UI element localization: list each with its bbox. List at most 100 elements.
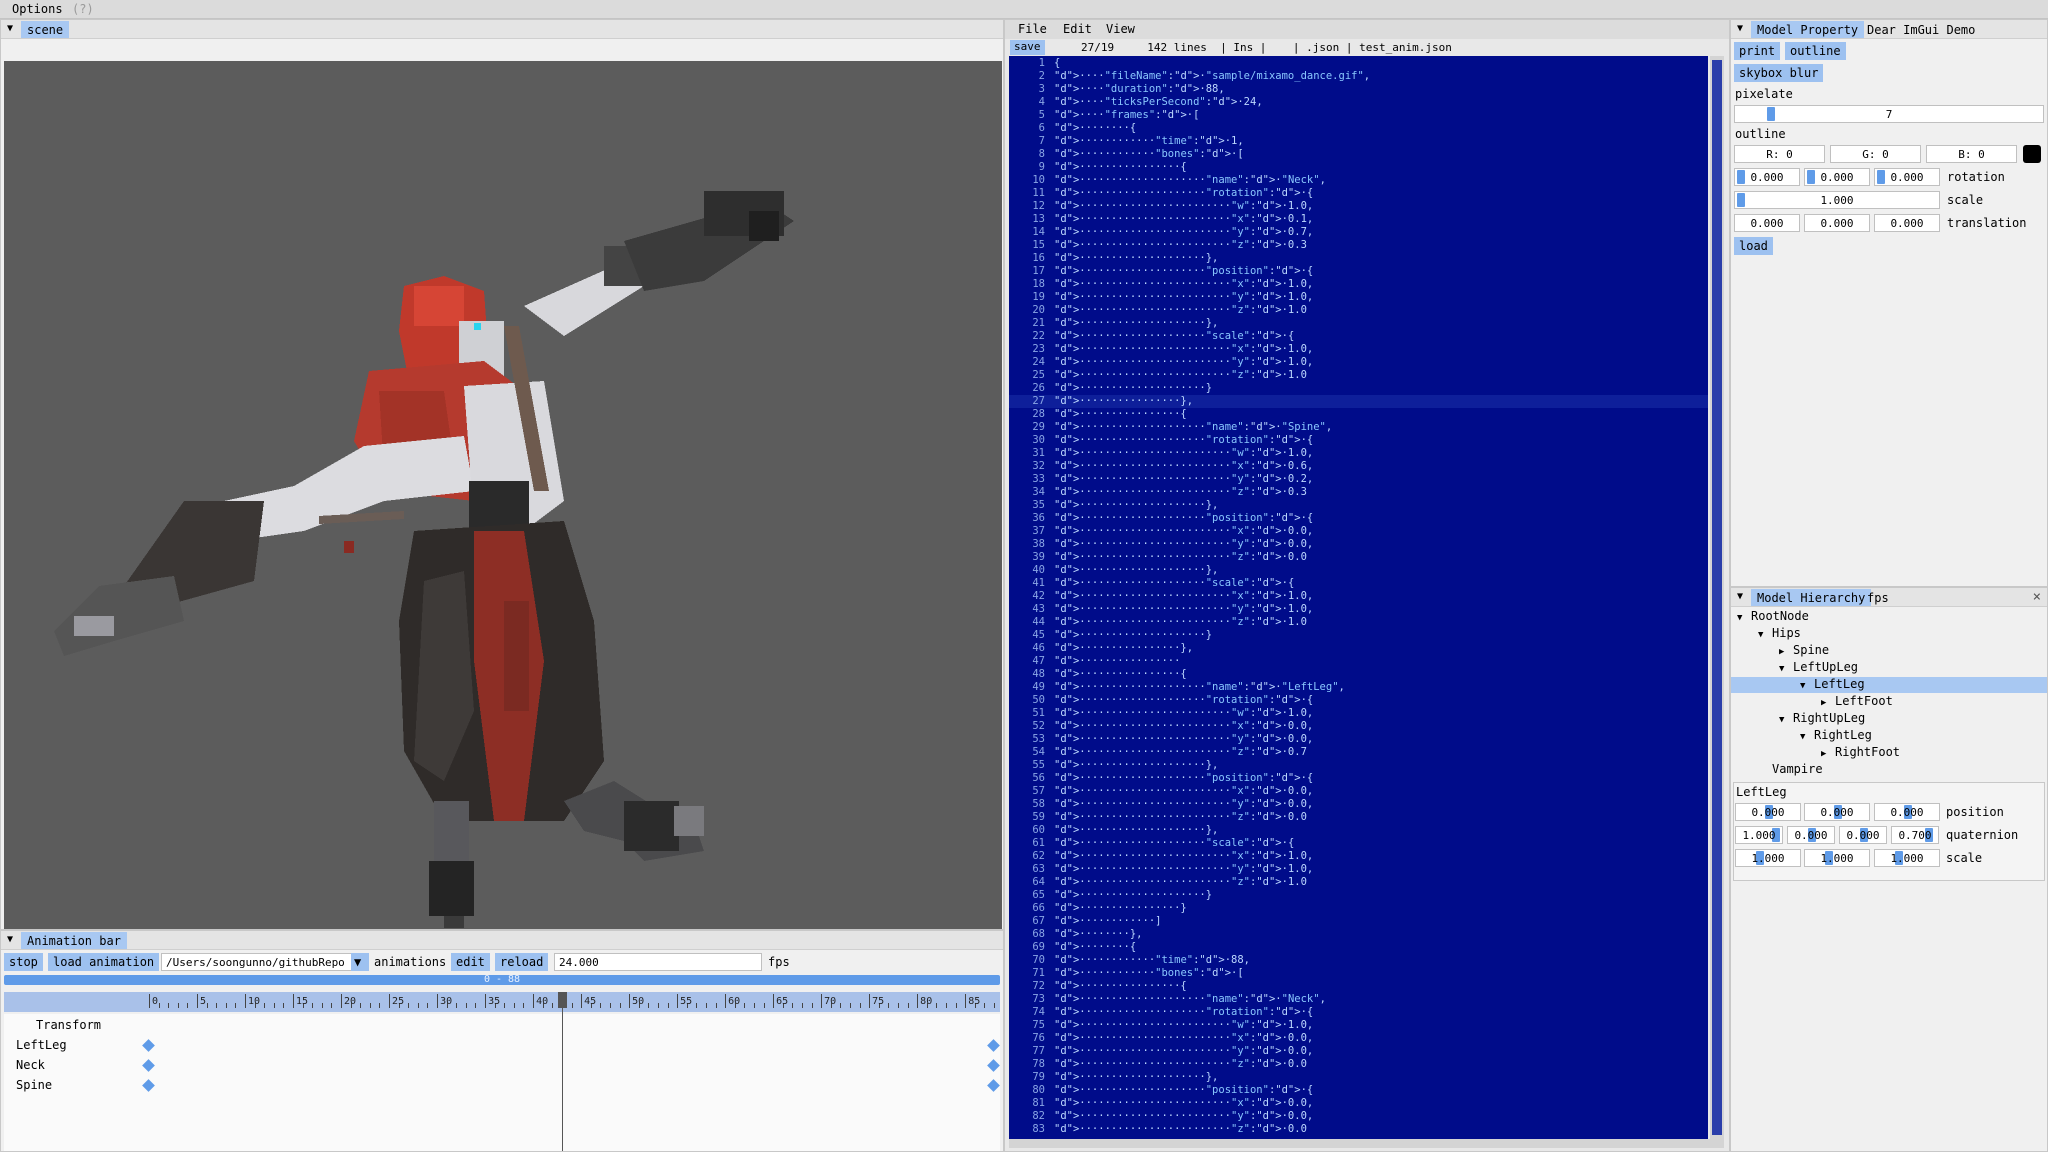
track-name[interactable]: LeftLeg bbox=[16, 1038, 67, 1052]
edit-menu[interactable]: Edit bbox=[1063, 22, 1092, 36]
code-line[interactable]: "d">····················}, bbox=[1054, 252, 1218, 264]
code-line[interactable]: "d">············] bbox=[1054, 915, 1161, 927]
code-line[interactable]: "d">················}, bbox=[1054, 395, 1193, 407]
code-line[interactable]: "d">························"w":"d">·1.0… bbox=[1054, 707, 1313, 719]
code-line[interactable]: "d">····"frames":"d">·[ bbox=[1054, 109, 1199, 121]
chevron-down-icon[interactable]: ▼ bbox=[1737, 613, 1751, 623]
slider-grab[interactable] bbox=[1767, 107, 1775, 121]
code-line[interactable]: "d">························"x":"d">·0.0… bbox=[1054, 785, 1313, 797]
skybox-blur-button[interactable]: skybox blur bbox=[1734, 64, 1824, 82]
code-line[interactable]: "d">····················"position":"d">·… bbox=[1054, 1084, 1313, 1096]
code-line[interactable]: "d">························"z":"d">·1.0 bbox=[1054, 369, 1307, 381]
code-line[interactable]: "d">····················"position":"d">·… bbox=[1054, 512, 1313, 524]
chevron-right-icon[interactable]: ▶ bbox=[1821, 698, 1835, 708]
track-name[interactable]: Spine bbox=[16, 1078, 52, 1092]
timeline-ruler[interactable]: 0 5 10 15 20 25 30 35 40 45 50 55 60 65 70 75 80 85 bbox=[4, 992, 1000, 1012]
tab-dear-imgui-demo[interactable]: Dear ImGui Demo bbox=[1861, 21, 1981, 38]
tree-node[interactable]: ▼ Hips bbox=[1731, 626, 2047, 642]
code-line[interactable]: "d">························"x":"d">·0.0… bbox=[1054, 1097, 1313, 1109]
chevron-down-icon[interactable]: ▼ bbox=[1800, 732, 1814, 742]
bone-position-x[interactable]: 0.000 bbox=[1735, 803, 1801, 821]
code-line[interactable]: "d">····················} bbox=[1054, 889, 1212, 901]
code-line[interactable]: "d">························"w":"d">·1.0… bbox=[1054, 200, 1313, 212]
scale-input[interactable]: 1.000 bbox=[1734, 191, 1940, 209]
code-line[interactable]: "d">········{ bbox=[1054, 941, 1136, 953]
code-line[interactable]: "d">····················"rotation":"d">·… bbox=[1054, 434, 1313, 446]
code-line[interactable]: "d">········{ bbox=[1054, 122, 1136, 134]
code-line[interactable]: "d">························"x":"d">·0.0… bbox=[1054, 525, 1313, 537]
tab-animation-bar[interactable]: Animation bar bbox=[21, 932, 127, 949]
slider-grab[interactable] bbox=[1737, 193, 1745, 207]
stop-button[interactable]: stop bbox=[4, 953, 43, 971]
bone-scale-y[interactable]: 1.000 bbox=[1804, 849, 1870, 867]
keyframe-diamond-icon[interactable] bbox=[142, 1039, 155, 1052]
code-line[interactable]: "d">····················"position":"d">·… bbox=[1054, 265, 1313, 277]
code-line[interactable]: "d">························"z":"d">·0.3 bbox=[1054, 239, 1307, 251]
bone-scale-z[interactable]: 1.000 bbox=[1874, 849, 1940, 867]
code-line[interactable]: "d">····················}, bbox=[1054, 317, 1218, 329]
code-line[interactable]: "d">························"w":"d">·1.0… bbox=[1054, 1019, 1313, 1031]
outline-b-input[interactable]: B: 0 bbox=[1926, 145, 2017, 163]
keyframe-diamond-icon[interactable] bbox=[987, 1059, 1000, 1072]
collapse-arrow-icon[interactable]: ▼ bbox=[1737, 592, 1743, 602]
tree-node[interactable]: ▶ RightFoot bbox=[1731, 745, 2047, 761]
code-line[interactable]: "d">····················"name":"d">·"Spi… bbox=[1054, 421, 1332, 433]
tree-node[interactable]: ▼ LeftLeg bbox=[1731, 677, 2047, 693]
close-icon[interactable]: × bbox=[2033, 589, 2041, 605]
help-marker[interactable]: (?) bbox=[72, 2, 94, 16]
edit-button[interactable]: edit bbox=[451, 953, 490, 971]
code-line[interactable]: "d">············"bones":"d">·[ bbox=[1054, 967, 1244, 979]
code-line[interactable]: "d">························"x":"d">·0.1… bbox=[1054, 213, 1313, 225]
slider-grab[interactable] bbox=[1737, 170, 1745, 184]
bone-position-y[interactable]: 0.000 bbox=[1804, 803, 1870, 821]
rotation-z-input[interactable]: 0.000 bbox=[1874, 168, 1940, 186]
code-line[interactable]: "d">························"z":"d">·0.7 bbox=[1054, 746, 1307, 758]
code-line[interactable]: "d">····················"rotation":"d">·… bbox=[1054, 187, 1313, 199]
bone-quat-w[interactable]: 1.000 bbox=[1735, 826, 1783, 844]
slider-grab[interactable] bbox=[1877, 170, 1885, 184]
code-line[interactable]: "d">············"time":"d">·1, bbox=[1054, 135, 1244, 147]
code-line[interactable]: "d">························"x":"d">·1.0… bbox=[1054, 590, 1313, 602]
tree-node[interactable]: ▶ LeftFoot bbox=[1731, 694, 2047, 710]
track-name[interactable]: Neck bbox=[16, 1058, 45, 1072]
playhead-handle[interactable] bbox=[557, 992, 567, 1008]
code-line[interactable]: "d">························"z":"d">·1.0 bbox=[1054, 876, 1307, 888]
code-line[interactable]: "d">····················}, bbox=[1054, 564, 1218, 576]
tree-node[interactable]: Vampire bbox=[1731, 762, 2047, 778]
code-line[interactable]: "d">····················"rotation":"d">·… bbox=[1054, 694, 1313, 706]
rotation-x-input[interactable]: 0.000 bbox=[1734, 168, 1800, 186]
code-line[interactable]: "d">············"bones":"d">·[ bbox=[1054, 148, 1244, 160]
chevron-down-icon[interactable]: ▼ bbox=[1779, 715, 1793, 725]
code-line[interactable]: "d">························"z":"d">·0.0 bbox=[1054, 551, 1307, 563]
editor-horizontal-scrollbar[interactable] bbox=[1009, 1139, 1724, 1148]
code-line[interactable]: "d">························"z":"d">·1.0 bbox=[1054, 616, 1307, 628]
scene-viewport[interactable] bbox=[4, 61, 1002, 929]
collapse-arrow-icon[interactable]: ▼ bbox=[1737, 24, 1743, 34]
code-line[interactable]: "d">············"time":"d">·88, bbox=[1054, 954, 1250, 966]
collapse-arrow-icon[interactable]: ▼ bbox=[7, 24, 13, 34]
load-button[interactable]: load bbox=[1734, 237, 1773, 255]
code-line[interactable]: "d">················{ bbox=[1054, 408, 1187, 420]
code-line[interactable]: "d">························"y":"d">·0.0… bbox=[1054, 1110, 1313, 1122]
keyframe-diamond-icon[interactable] bbox=[142, 1059, 155, 1072]
outline-button[interactable]: outline bbox=[1785, 42, 1846, 60]
code-line[interactable]: "d">················} bbox=[1054, 902, 1187, 914]
code-line[interactable]: "d">····"duration":"d">·88, bbox=[1054, 83, 1225, 95]
code-line[interactable]: "d">························"x":"d">·0.6… bbox=[1054, 460, 1313, 472]
keyframe-diamond-icon[interactable] bbox=[987, 1039, 1000, 1052]
outline-color-swatch[interactable] bbox=[2023, 145, 2041, 163]
code-line[interactable]: "d">························"z":"d">·0.0 bbox=[1054, 1123, 1307, 1135]
code-line[interactable]: "d">················{ bbox=[1054, 161, 1187, 173]
view-menu[interactable]: View bbox=[1106, 22, 1135, 36]
translation-z-input[interactable]: 0.000 bbox=[1874, 214, 1940, 232]
keyframe-diamond-icon[interactable] bbox=[987, 1079, 1000, 1092]
code-line[interactable]: { bbox=[1054, 57, 1060, 69]
code-line[interactable]: "d">························"x":"d">·1.0… bbox=[1054, 850, 1313, 862]
code-line[interactable]: "d">····················}, bbox=[1054, 499, 1218, 511]
code-line[interactable]: "d">····················} bbox=[1054, 382, 1212, 394]
code-line[interactable]: "d">····················"scale":"d">·{ bbox=[1054, 330, 1294, 342]
save-button[interactable]: save bbox=[1010, 40, 1045, 55]
code-line[interactable]: "d">························"y":"d">·0.0… bbox=[1054, 798, 1313, 810]
load-animation-button[interactable]: load animation bbox=[48, 953, 160, 971]
code-line[interactable]: "d">························"x":"d">·0.0… bbox=[1054, 720, 1313, 732]
